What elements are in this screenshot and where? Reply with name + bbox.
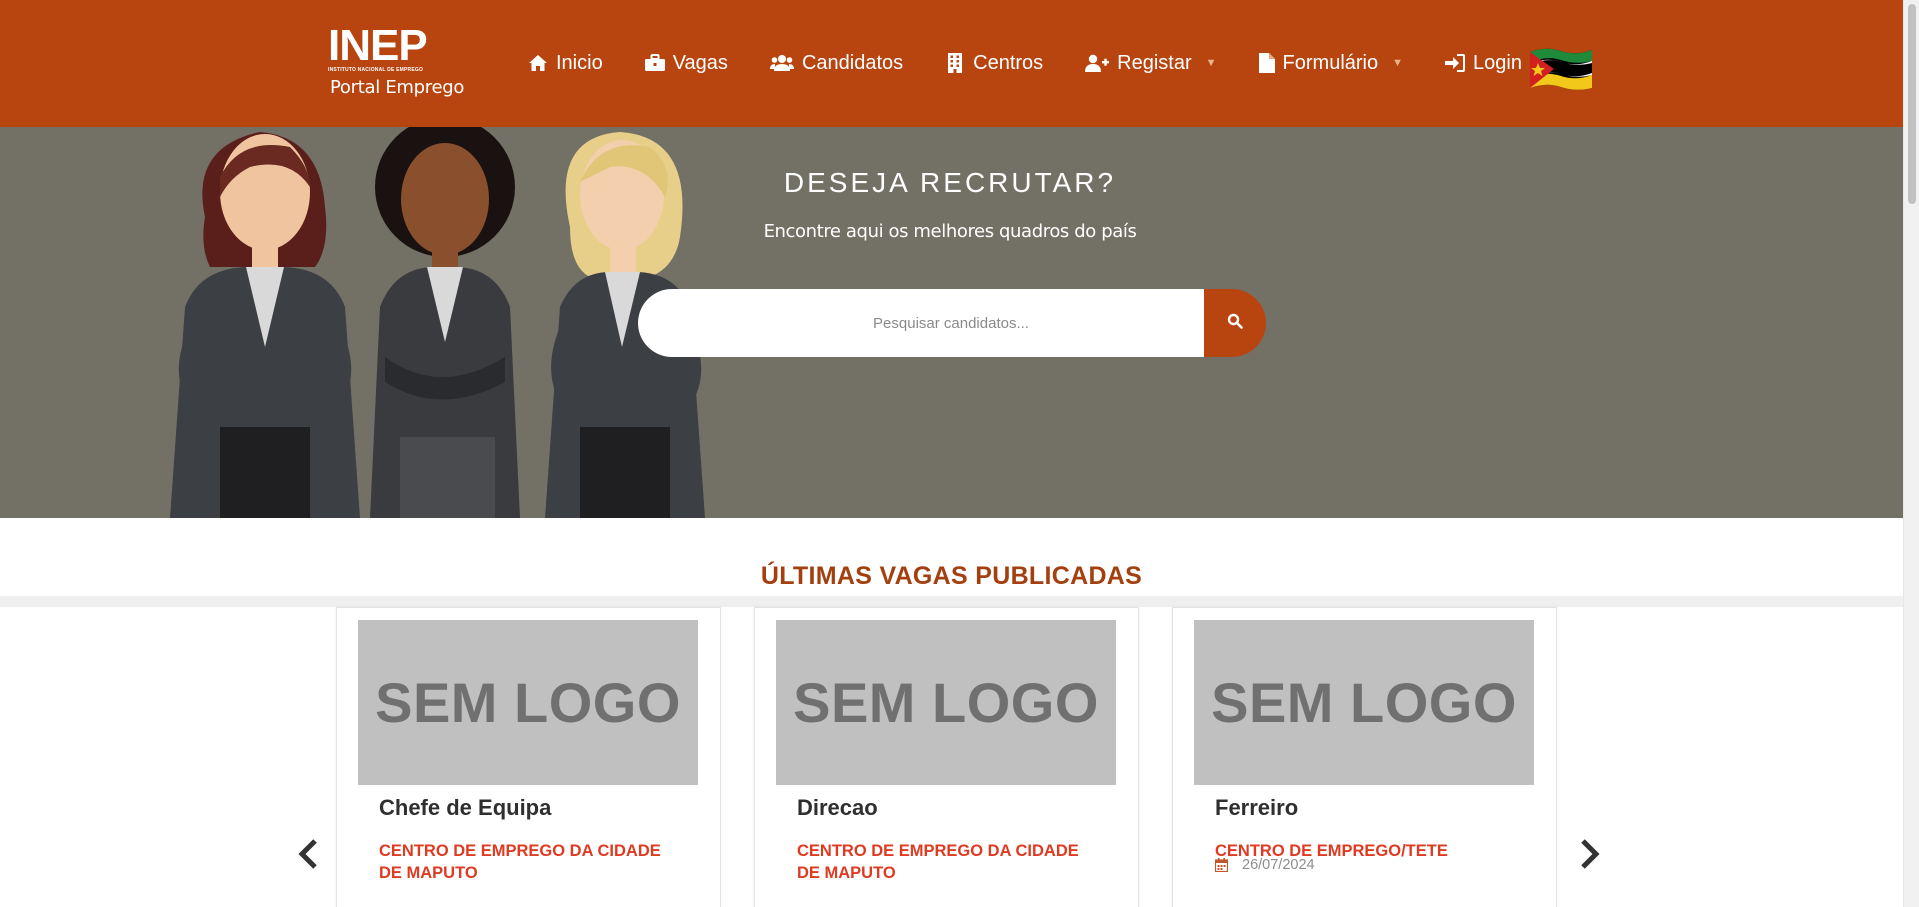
carousel-prev-button[interactable] [295, 838, 321, 874]
site-header: INEP INSTITUTO NACIONAL DE EMPREGO Porta… [0, 0, 1903, 127]
job-center: CENTRO DE EMPREGO DA CIDADE DE MAPUTO [797, 842, 1079, 882]
job-date: 26/07/2024 [1215, 857, 1315, 873]
inep-logo[interactable]: INEP INSTITUTO NACIONAL DE EMPREGO Porta… [326, 24, 466, 102]
user-plus-icon [1085, 53, 1110, 73]
chevron-down-icon: ▼ [1392, 57, 1403, 69]
search-box [638, 289, 1204, 357]
logo-placeholder-text: SEM LOGO [1211, 671, 1517, 734]
nav-label: Login [1473, 51, 1522, 74]
logo-placeholder-text: SEM LOGO [793, 671, 1099, 734]
building-icon [945, 53, 965, 73]
logo-tagline: INSTITUTO NACIONAL DE EMPREGO [328, 67, 424, 73]
nav-item-login[interactable]: Login [1445, 52, 1522, 75]
nav-label: Candidatos [801, 51, 904, 74]
main-nav: Inicio Vagas Candidatos Centros Registar… [528, 50, 1564, 76]
nav-item-candidatos[interactable]: Candidatos [769, 51, 904, 75]
section-title: ÚLTIMAS VAGAS PUBLICADAS [760, 562, 1143, 590]
nav-item-inicio[interactable]: Inicio [528, 52, 603, 75]
logo-placeholder-text: SEM LOGO [375, 671, 681, 734]
job-center: CENTRO DE EMPREGO DA CIDADE DE MAPUTO [379, 842, 661, 882]
users-icon [769, 53, 794, 73]
job-date-text: 26/07/2024 [1242, 857, 1315, 873]
calendar-icon [1215, 858, 1228, 872]
nav-item-registar[interactable]: Registar ▼ [1085, 51, 1217, 75]
hero-subtitle: Encontre aqui os melhores quadros do paí… [763, 221, 1137, 242]
logo-subtitle: Portal Emprego [330, 77, 465, 98]
chevron-left-icon [297, 838, 319, 875]
briefcase-icon [644, 53, 665, 73]
scrollbar-thumb[interactable] [1908, 4, 1916, 204]
company-logo-placeholder: SEM LOGO [776, 620, 1116, 785]
nav-label: Formulário [1282, 51, 1379, 74]
nav-label: Registar [1117, 51, 1192, 74]
hero-banner: DESEJA RECRUTAR? Encontre aqui os melhor… [0, 127, 1903, 518]
search-input[interactable] [638, 289, 1204, 357]
carousel-next-button[interactable] [1577, 838, 1603, 874]
job-title[interactable]: Direcao [797, 795, 878, 821]
nav-label: Inicio [556, 51, 603, 74]
chevron-right-icon [1579, 838, 1601, 875]
search-button[interactable] [1204, 289, 1266, 357]
nav-item-centros[interactable]: Centros [945, 52, 1043, 75]
page: INEP INSTITUTO NACIONAL DE EMPREGO Porta… [0, 0, 1919, 907]
nav-label: Centros [973, 51, 1044, 74]
job-card[interactable]: SEM LOGO Chefe de Equipa CENTRO DE EMPRE… [336, 607, 721, 907]
home-icon [528, 53, 548, 73]
page-scrollbar[interactable] [1903, 0, 1919, 907]
nav-item-formulario[interactable]: Formulário ▼ [1258, 51, 1403, 75]
section-divider [0, 596, 1903, 607]
job-title[interactable]: Chefe de Equipa [379, 795, 551, 821]
nav-item-vagas[interactable]: Vagas [644, 51, 728, 75]
hero-title: DESEJA RECRUTAR? [783, 167, 1117, 198]
mozambique-flag-icon[interactable] [1528, 46, 1594, 92]
logo-wordmark: INEP [328, 21, 428, 70]
sign-in-icon [1445, 53, 1465, 73]
nav-label: Vagas [672, 51, 728, 74]
company-logo-placeholder: SEM LOGO [1194, 620, 1534, 785]
job-title[interactable]: Ferreiro [1215, 795, 1298, 821]
company-logo-placeholder: SEM LOGO [358, 620, 698, 785]
job-card[interactable]: SEM LOGO Direcao CENTRO DE EMPREGO DA CI… [754, 607, 1139, 907]
chevron-down-icon: ▼ [1205, 57, 1217, 69]
file-icon [1258, 53, 1275, 73]
search-icon [1227, 313, 1243, 334]
job-card[interactable]: SEM LOGO Ferreiro CENTRO DE EMPREGO/TETE… [1172, 607, 1557, 907]
